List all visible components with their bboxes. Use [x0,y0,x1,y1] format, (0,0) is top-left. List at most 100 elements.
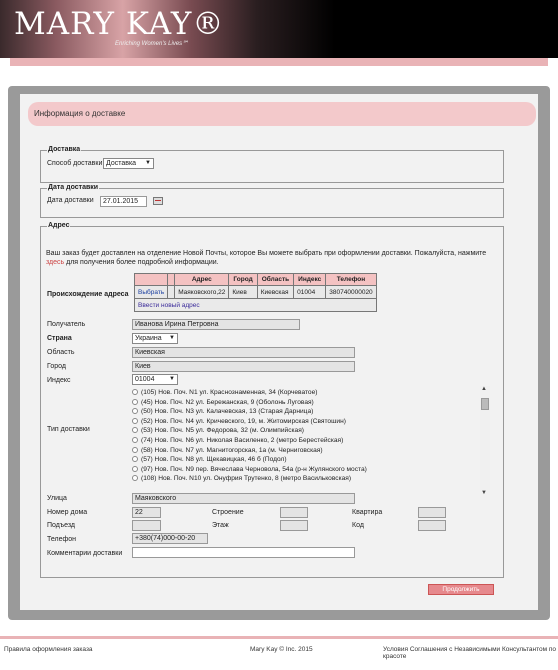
list-item[interactable]: (97) Нов. Поч. N9 пер. Вячеслава Черново… [132,465,492,476]
table-cell-city: Киев [228,285,258,299]
house-field[interactable]: 22 [132,507,161,518]
list-item[interactable]: (108) Нов. Поч. N10 ул. Онуфрия Трутенко… [132,475,492,485]
delivery-type-option: (57) Нов. Поч. N8 ул. Щекавицкая, 46 б (… [141,456,287,464]
delivery-date-input[interactable]: 27.01.2015 [100,196,147,207]
new-address-row: Ввести новый адрес [134,298,377,312]
radio-button[interactable] [132,427,138,434]
region-field[interactable]: Киевская [132,347,355,358]
delivery-date-legend: Дата доставки [47,184,100,191]
city-field[interactable]: Киев [132,361,355,372]
code-field[interactable] [418,520,446,531]
apartment-label: Квартира [352,509,383,516]
site-footer: Правила оформления заказа Mary Kay © Inc… [0,636,558,670]
calendar-icon[interactable] [153,197,163,205]
address-note: Ваш заказ будет доставлен на отделение Н… [46,249,501,267]
list-item[interactable]: (50) Нов. Поч. N3 ул. Калачевская, 13 (С… [132,408,492,418]
entrance-field[interactable] [132,520,161,531]
page-title: Информация о доставке [34,109,126,118]
table-cell-phone: 380740000020 [325,285,377,299]
list-item[interactable]: (53) Нов. Поч. N5 ул. Федорова, 32 (м. О… [132,427,492,437]
radio-button[interactable] [132,456,138,463]
delivery-type-option: (50) Нов. Поч. N3 ул. Калачевская, 13 (С… [141,408,314,416]
address-legend: Адрес [47,222,71,229]
delivery-type-label: Тип доставки [47,426,90,433]
floor-field[interactable] [280,520,308,531]
scroll-up-icon[interactable]: ▲ [481,386,487,392]
phone-field[interactable]: +380(74)000-00-20 [132,533,208,544]
site-header: MARY KAY® Enriching Women's Lives℠ [0,0,558,58]
radio-button[interactable] [132,389,138,395]
new-address-link[interactable]: Ввести новый адрес [134,298,377,312]
delivery-method-label: Способ доставки [47,160,103,167]
delivery-type-option: (53) Нов. Поч. N5 ул. Федорова, 32 (м. О… [141,427,304,435]
house-label: Номер дома [47,509,88,516]
select-address-link[interactable]: Выбрать [133,285,169,299]
chevron-down-icon: ▼ [145,160,151,166]
table-row: Выбрать Маяковского,22 Киев Киевская 010… [133,285,377,299]
list-item[interactable]: (45) Нов. Поч. N2 ул. Бережанская, 9 (Об… [132,398,492,409]
delivery-type-scrollbar[interactable]: ▲ ▼ [480,386,490,500]
mary-kay-logo[interactable]: MARY KAY® [14,6,224,42]
list-item[interactable]: (58) Нов. Поч. N7 ул. Магнитогорская, 1а… [132,446,492,457]
list-item[interactable]: (105) Нов. Поч. N1 ул. Краснознаменная, … [132,389,492,399]
footer-agreement-link[interactable]: Условия Соглашения с Независимыми Консул… [383,646,558,660]
address-note-link[interactable]: здесь [46,259,64,266]
phone-label: Телефон [47,536,77,543]
address-note-text: Ваш заказ будет доставлен на отделение Н… [46,250,487,257]
scroll-down-icon[interactable]: ▼ [481,490,487,496]
country-value: Украина [135,335,162,342]
delivery-type-list: (105) Нов. Поч. N1 ул. Краснознаменная, … [132,389,492,499]
footer-divider [0,636,558,639]
street-field[interactable]: Маяковского [132,493,355,504]
table-header-city: Город [228,273,258,286]
delivery-type-option: (74) Нов. Поч. N6 ул. Николая Василенко,… [141,436,344,444]
list-item[interactable]: (74) Нов. Поч. N6 ул. Николая Василенко,… [132,436,492,447]
delivery-date-label: Дата доставки [47,197,94,204]
scroll-thumb[interactable] [481,398,489,410]
country-select[interactable]: Украина ▼ [132,333,178,344]
building-field[interactable] [280,507,308,518]
table-header-address: Адрес [174,273,230,286]
radio-button[interactable] [132,398,138,405]
table-cell-region: Киевская [256,285,295,299]
list-item[interactable]: (52) Нов. Поч. N4 ул. Кричевского, 19, м… [132,417,492,428]
delivery-type-option: (108) Нов. Поч. N10 ул. Онуфрия Трутенко… [141,475,352,483]
code-label: Код [352,522,364,529]
footer-order-rules-link[interactable]: Правила оформления заказа [4,646,93,653]
recipient-field[interactable]: Иванова Ирина Петровна [132,319,300,330]
comments-field[interactable] [132,547,355,558]
tagline: Enriching Women's Lives℠ [115,41,189,47]
recipient-label: Получатель [47,321,86,328]
delivery-type-option: (58) Нов. Поч. N7 ул. Магнитогорская, 1а… [141,446,323,454]
table-header-blank [133,273,169,286]
address-note-end: для получения более подробной информации… [66,259,219,266]
chevron-down-icon: ▼ [169,335,175,341]
radio-button[interactable] [132,417,138,424]
country-label: Страна [47,335,72,342]
table-header-index: Индекс [293,273,327,286]
radio-button[interactable] [132,436,138,443]
address-origin-label: Происхождение адреса [47,291,129,298]
delivery-legend: Доставка [47,146,82,153]
index-select[interactable]: 01004 ▼ [132,374,178,385]
header-pink-bar [10,58,548,66]
delivery-method-select[interactable]: Доставка ▼ [103,158,154,169]
table-header-region: Область [256,273,295,286]
delivery-type-option: (45) Нов. Поч. N2 ул. Бережанская, 9 (Об… [141,398,314,406]
delivery-type-option: (97) Нов. Поч. N9 пер. Вячеслава Черново… [141,465,367,473]
list-item[interactable]: (57) Нов. Поч. N8 ул. Щекавицкая, 46 б (… [132,456,492,466]
comments-label: Комментарии доставки [47,550,123,557]
radio-button[interactable] [132,408,138,415]
city-label: Город [47,363,66,370]
delivery-type-option: (105) Нов. Поч. N1 ул. Краснознаменная, … [141,389,318,396]
radio-button[interactable] [132,465,138,472]
radio-button[interactable] [132,475,138,482]
chevron-down-icon: ▼ [169,376,175,382]
table-header-blank-2 [167,273,176,286]
apartment-field[interactable] [418,507,446,518]
delivery-type-option: (52) Нов. Поч. N4 ул. Кричевского, 19, м… [141,417,346,425]
delivery-method-value: Доставка [106,160,137,167]
footer-copyright: Mary Kay © Inc. 2015 [250,646,313,653]
radio-button[interactable] [132,446,138,453]
continue-button[interactable]: Продолжить [428,584,494,595]
